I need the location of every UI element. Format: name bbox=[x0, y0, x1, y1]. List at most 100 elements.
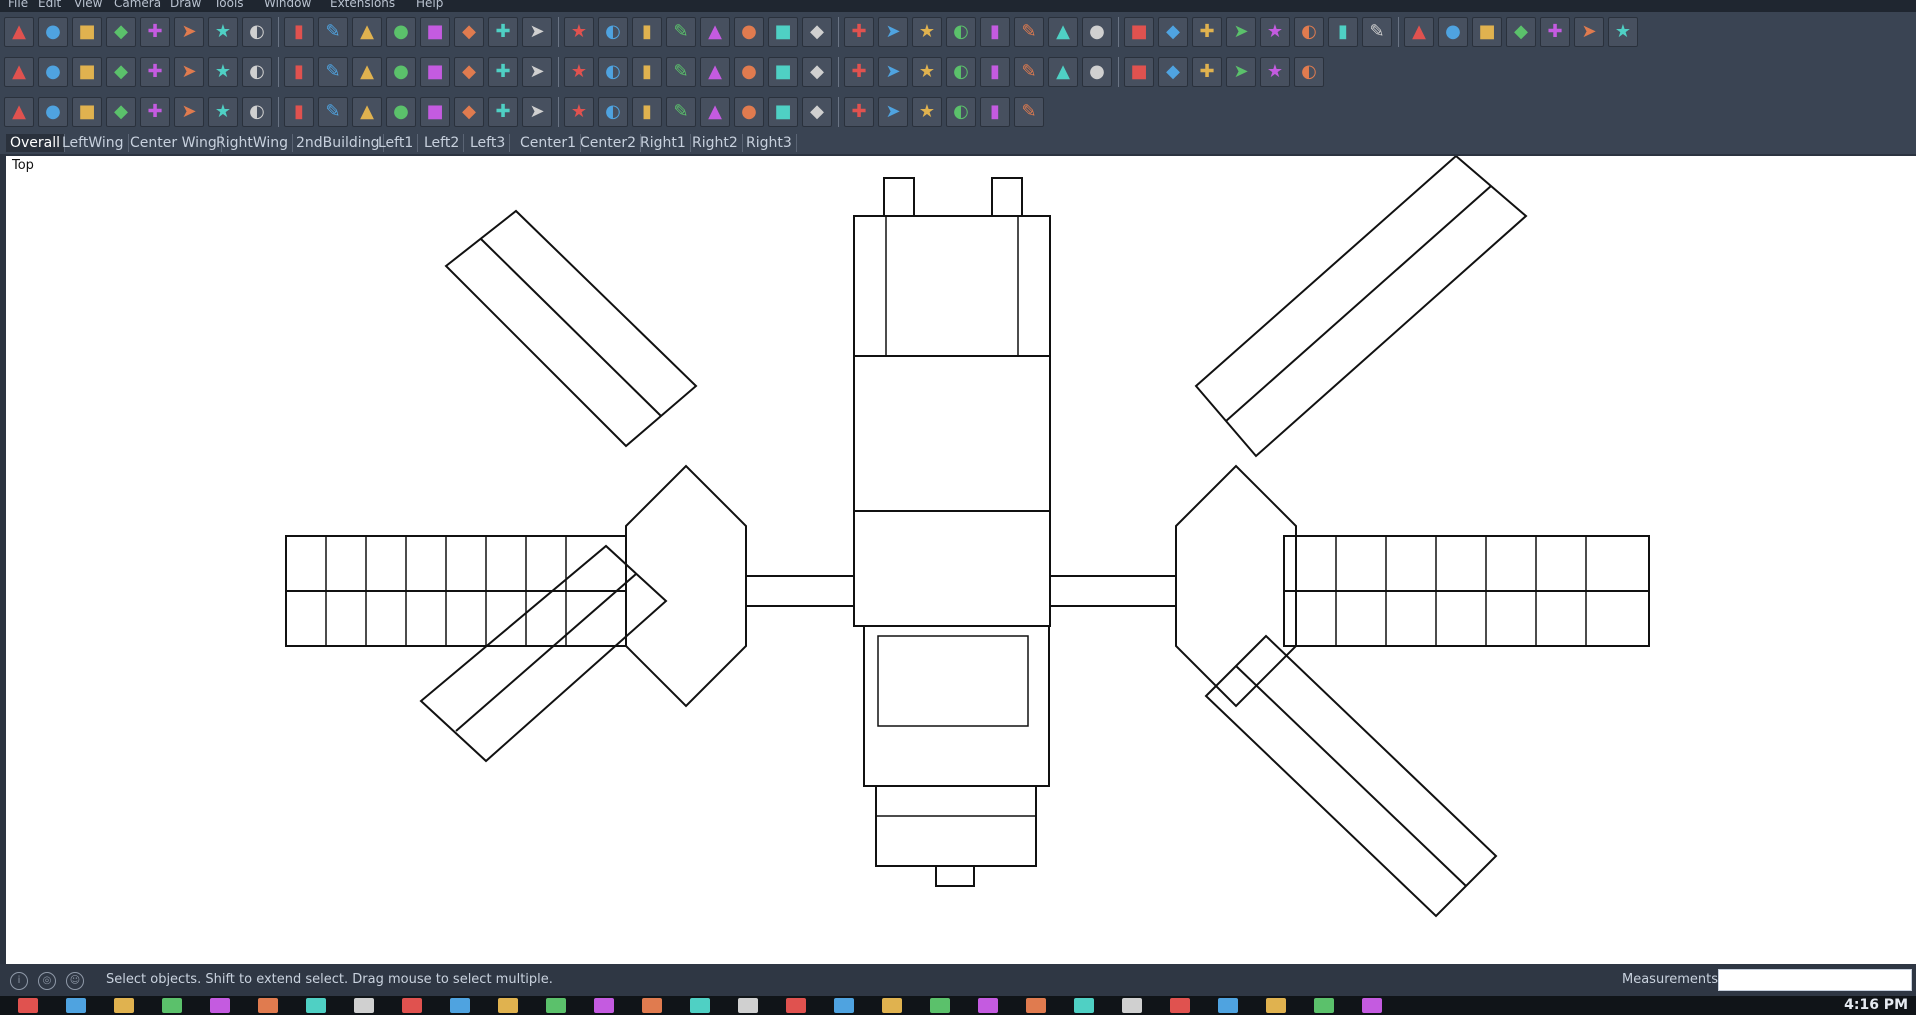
xray-icon[interactable]: ◐ bbox=[946, 17, 976, 47]
component-copy-icon[interactable]: ✎ bbox=[1014, 57, 1044, 87]
tape-measure-icon[interactable]: ▲ bbox=[352, 17, 382, 47]
push-up-icon[interactable]: ★ bbox=[564, 57, 594, 87]
excel-icon[interactable] bbox=[306, 998, 326, 1013]
section-cut-icon[interactable]: ★ bbox=[1260, 17, 1290, 47]
settings-icon[interactable] bbox=[402, 998, 422, 1013]
shaded-textures-icon[interactable]: ■ bbox=[1124, 17, 1154, 47]
autocad-icon[interactable] bbox=[834, 998, 854, 1013]
axes-icon[interactable]: ◆ bbox=[1158, 57, 1188, 87]
section-display-icon[interactable]: ➤ bbox=[1226, 17, 1256, 47]
mirror-icon[interactable]: ◐ bbox=[946, 57, 976, 87]
loop-icon[interactable]: ◆ bbox=[802, 97, 832, 127]
pencil-tool-icon[interactable]: ★ bbox=[912, 57, 942, 87]
floor-plan-drawing[interactable] bbox=[6, 156, 1916, 964]
wave-icon[interactable]: ◐ bbox=[946, 97, 976, 127]
extension-icon[interactable]: ▮ bbox=[1328, 17, 1358, 47]
paint-bucket-icon[interactable]: ■ bbox=[420, 17, 450, 47]
diamond-icon[interactable]: ✚ bbox=[844, 57, 874, 87]
rotate-icon[interactable]: ▮ bbox=[284, 17, 314, 47]
sandbox-from-contours-icon[interactable]: ★ bbox=[208, 57, 238, 87]
solid-intersect-icon[interactable]: ● bbox=[38, 57, 68, 87]
tab-right3[interactable]: Right3 bbox=[742, 134, 797, 152]
curve-alt-icon[interactable]: ★ bbox=[208, 97, 238, 127]
curve-red-alt-icon[interactable]: ■ bbox=[420, 97, 450, 127]
sketchup-icon[interactable] bbox=[450, 998, 470, 1013]
warehouse-icon[interactable]: ◐ bbox=[1294, 17, 1324, 47]
tab-center2[interactable]: Center2 bbox=[576, 134, 642, 152]
measurements-input[interactable] bbox=[1718, 969, 1912, 991]
solid-union-icon[interactable]: ▲ bbox=[4, 57, 34, 87]
text-icon[interactable]: ● bbox=[386, 17, 416, 47]
walk-icon[interactable]: ★ bbox=[1608, 17, 1638, 47]
orbit-icon[interactable]: ◆ bbox=[454, 17, 484, 47]
diamond-plane-icon[interactable]: ◐ bbox=[242, 97, 272, 127]
tab-2ndbuilding[interactable]: 2ndBuilding bbox=[292, 134, 385, 152]
info-icon[interactable]: i bbox=[10, 972, 28, 990]
next-view-icon[interactable]: ▮ bbox=[632, 17, 662, 47]
previous-view-icon[interactable]: ◐ bbox=[598, 17, 628, 47]
geo-icon[interactable]: ◎ bbox=[38, 972, 56, 990]
media-icon[interactable] bbox=[594, 998, 614, 1013]
acrobat-icon[interactable] bbox=[498, 998, 518, 1013]
cloud-icon[interactable] bbox=[930, 998, 950, 1013]
hammer-icon[interactable]: ◆ bbox=[454, 97, 484, 127]
user-icon[interactable]: ☺ bbox=[66, 972, 84, 990]
component-icon[interactable]: ▲ bbox=[700, 17, 730, 47]
plane-alt-icon[interactable]: ■ bbox=[72, 97, 102, 127]
push-down-icon[interactable]: ◐ bbox=[598, 57, 628, 87]
menu-file[interactable]: File bbox=[8, 0, 28, 10]
pan-icon[interactable]: ✚ bbox=[488, 17, 518, 47]
spiral-icon[interactable]: ➤ bbox=[878, 57, 908, 87]
headphones-icon[interactable]: ▲ bbox=[700, 97, 730, 127]
curve-blue-icon[interactable]: ★ bbox=[912, 97, 942, 127]
tab-left2[interactable]: Left2 bbox=[420, 134, 465, 152]
select-arrow-icon[interactable]: ▲ bbox=[4, 17, 34, 47]
guide-icon[interactable]: ✚ bbox=[1192, 57, 1222, 87]
task-view-icon[interactable] bbox=[66, 998, 86, 1013]
menu-help[interactable]: Help bbox=[416, 0, 443, 10]
pentagon-icon[interactable]: ◆ bbox=[802, 57, 832, 87]
shape-bender-icon[interactable]: ✚ bbox=[488, 57, 518, 87]
tools-icon[interactable] bbox=[1314, 998, 1334, 1013]
cubes-icon[interactable]: ▲ bbox=[352, 97, 382, 127]
arc-rainbow-icon[interactable]: ✎ bbox=[1014, 97, 1044, 127]
folder-icon[interactable] bbox=[354, 998, 374, 1013]
right-view-icon[interactable]: ✚ bbox=[844, 17, 874, 47]
top-view-icon[interactable]: ■ bbox=[768, 17, 798, 47]
fillet-icon[interactable]: ▲ bbox=[700, 57, 730, 87]
maps-icon[interactable] bbox=[786, 998, 806, 1013]
arc-icon[interactable]: ◆ bbox=[106, 17, 136, 47]
front-view-icon[interactable]: ◆ bbox=[802, 17, 832, 47]
dimension-icon[interactable]: ● bbox=[1082, 57, 1112, 87]
hex-shape-icon[interactable]: ■ bbox=[768, 57, 798, 87]
rectangle-icon[interactable]: ✚ bbox=[140, 17, 170, 47]
solid-outer-shell-icon[interactable]: ➤ bbox=[174, 57, 204, 87]
bezier-icon[interactable]: ✚ bbox=[844, 97, 874, 127]
layout-icon[interactable]: ✎ bbox=[1362, 17, 1392, 47]
tab-left1[interactable]: Left1 bbox=[374, 134, 419, 152]
explorer-icon[interactable] bbox=[114, 998, 134, 1013]
browser-icon[interactable] bbox=[882, 998, 902, 1013]
extrude-icon[interactable]: ▮ bbox=[632, 57, 662, 87]
flip-edge-icon[interactable]: ■ bbox=[420, 57, 450, 87]
zoom-icon[interactable]: ➤ bbox=[522, 17, 552, 47]
knife-icon[interactable]: ✚ bbox=[1540, 17, 1570, 47]
shaded-icon[interactable]: ● bbox=[1082, 17, 1112, 47]
tab-center-wing[interactable]: Center Wing bbox=[126, 134, 222, 152]
fog-icon[interactable]: ■ bbox=[1472, 17, 1502, 47]
component-group-icon[interactable]: ▲ bbox=[1048, 57, 1078, 87]
color-dots-icon[interactable]: ◐ bbox=[1294, 57, 1324, 87]
section-plane-icon[interactable]: ✚ bbox=[1192, 17, 1222, 47]
box-stack-icon[interactable]: ✚ bbox=[140, 97, 170, 127]
grammarly-icon[interactable] bbox=[1266, 998, 1286, 1013]
offset-icon[interactable]: ✎ bbox=[666, 57, 696, 87]
mail-icon[interactable] bbox=[210, 998, 230, 1013]
tab-right2[interactable]: Right2 bbox=[688, 134, 743, 152]
stamp-icon[interactable]: ✎ bbox=[318, 57, 348, 87]
curve-red-icon[interactable]: ● bbox=[386, 97, 416, 127]
ramp-icon[interactable]: ➤ bbox=[522, 97, 552, 127]
menu-camera[interactable]: Camera bbox=[114, 0, 161, 10]
photoshop-icon[interactable] bbox=[546, 998, 566, 1013]
fan-icon[interactable]: ➤ bbox=[878, 97, 908, 127]
edge-icon[interactable] bbox=[1122, 998, 1142, 1013]
